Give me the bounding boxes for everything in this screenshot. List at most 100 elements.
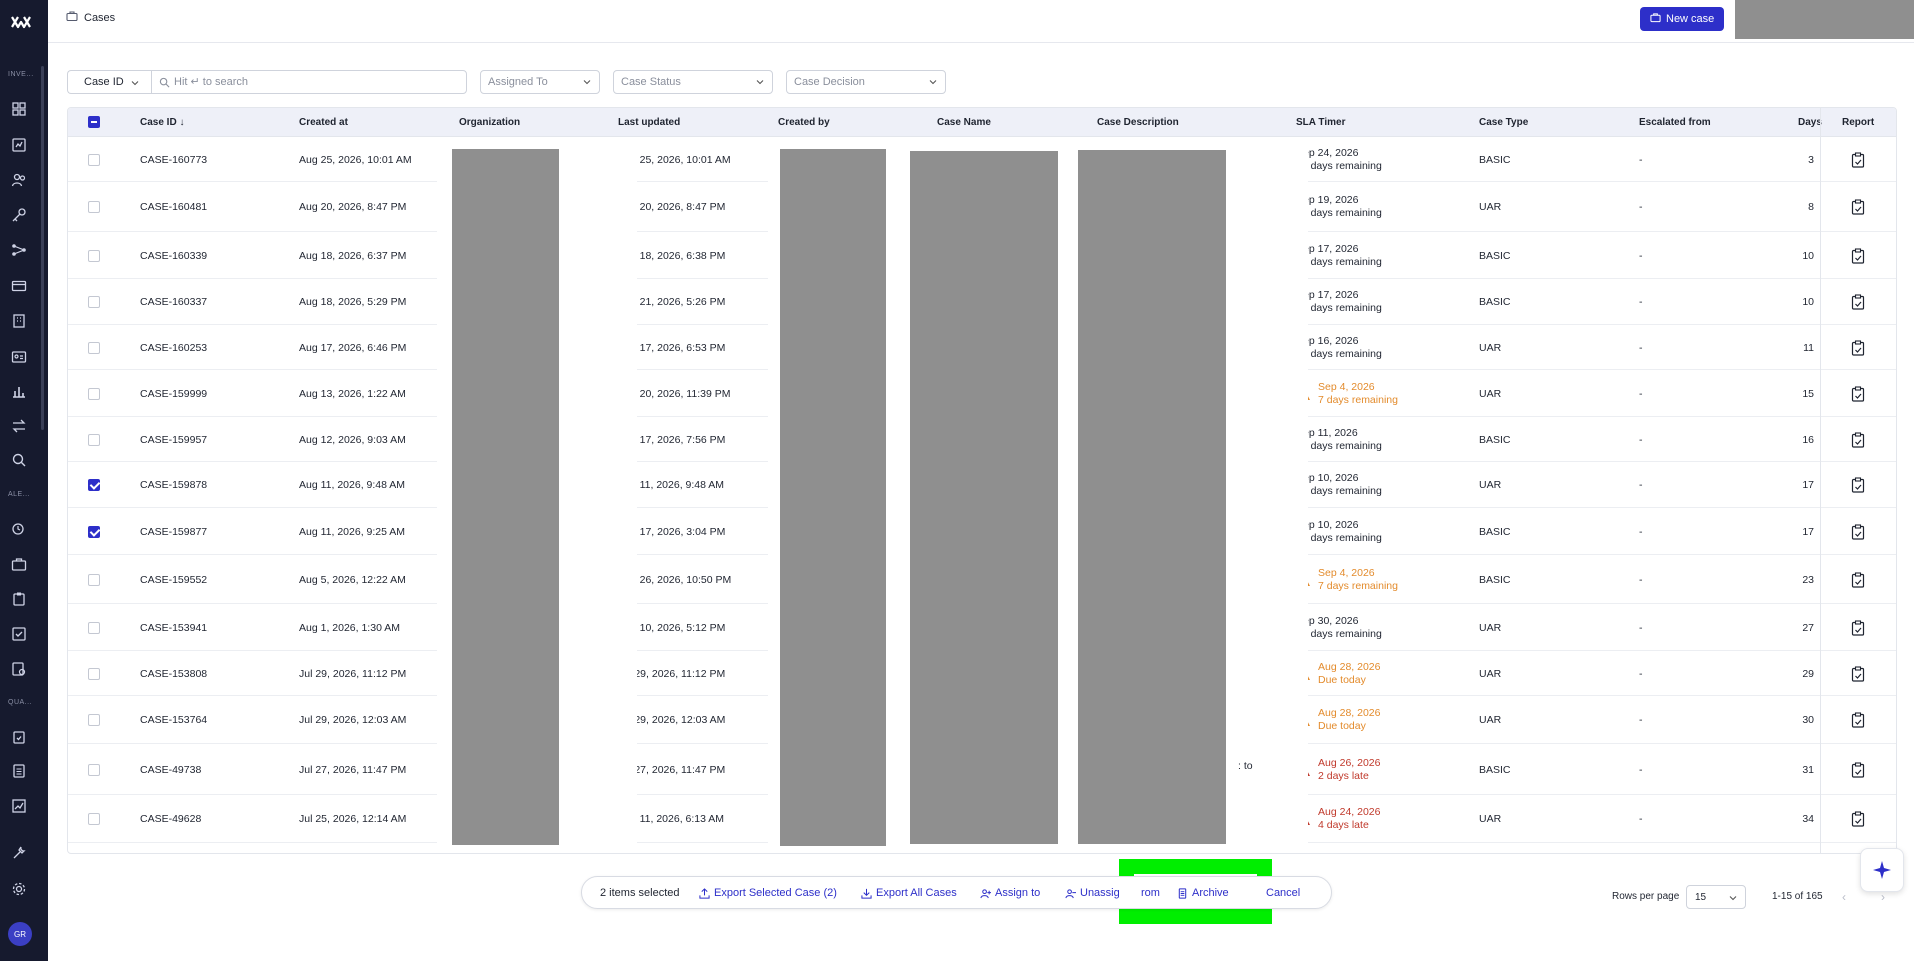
case-id-cell[interactable]: CASE-153941	[140, 622, 207, 635]
users-icon[interactable]	[11, 172, 27, 188]
card-icon[interactable]	[11, 278, 27, 294]
col-report[interactable]: Report	[1842, 117, 1874, 128]
row-checkbox[interactable]	[88, 388, 100, 400]
report-clipboard-icon[interactable]	[1851, 712, 1865, 728]
col-sla-timer[interactable]: SLA Timer	[1296, 117, 1345, 128]
search-input[interactable]	[174, 74, 454, 90]
row-checkbox[interactable]	[88, 154, 100, 166]
checklist-icon[interactable]	[11, 626, 27, 642]
case-search-icon[interactable]	[11, 661, 27, 677]
unassign-button[interactable]: Unassig	[1065, 887, 1120, 899]
transfer-icon[interactable]	[11, 418, 27, 434]
row-checkbox[interactable]	[88, 714, 100, 726]
reports-icon[interactable]	[11, 137, 27, 153]
case-id-cell[interactable]: CASE-160253	[140, 342, 207, 355]
row-checkbox[interactable]	[88, 622, 100, 634]
report-clipboard-icon[interactable]	[1851, 524, 1865, 540]
dashboard-icon[interactable]	[11, 101, 27, 117]
col-last-updated[interactable]: Last updated	[618, 117, 680, 128]
prev-page-button[interactable]: ‹	[1842, 890, 1846, 904]
row-checkbox[interactable]	[88, 342, 100, 354]
row-checkbox[interactable]	[88, 250, 100, 262]
case-id-cell[interactable]: CASE-160481	[140, 201, 207, 214]
report-clipboard-icon[interactable]	[1851, 199, 1865, 215]
alert-settings-icon[interactable]	[11, 521, 27, 537]
col-case-id[interactable]: Case ID ↓	[140, 117, 184, 128]
col-created-at[interactable]: Created at	[299, 117, 348, 128]
avatar[interactable]: GR	[8, 922, 32, 946]
report-clipboard-icon[interactable]	[1851, 477, 1865, 493]
report-clipboard-icon[interactable]	[1851, 386, 1865, 402]
next-page-button[interactable]: ›	[1881, 890, 1885, 904]
archive-button[interactable]: Archive	[1177, 887, 1229, 899]
report-clipboard-icon[interactable]	[1851, 340, 1865, 356]
row-checkbox[interactable]	[88, 764, 100, 776]
export-all-button[interactable]: Export All Cases	[861, 887, 957, 899]
building-icon[interactable]	[11, 313, 27, 329]
unassign-label-tail[interactable]: rom	[1139, 885, 1162, 901]
briefcase-icon[interactable]	[11, 556, 27, 572]
id-card-icon[interactable]	[11, 349, 27, 365]
row-checkbox[interactable]	[88, 574, 100, 586]
col-escalated-from[interactable]: Escalated from	[1639, 117, 1711, 128]
new-case-button[interactable]: New case	[1640, 7, 1725, 31]
key-icon[interactable]	[11, 207, 27, 223]
case-status-filter[interactable]: Case Status	[613, 70, 773, 94]
col-created-by[interactable]: Created by	[778, 117, 830, 128]
rail-scrollbar[interactable]	[41, 66, 44, 430]
search-box[interactable]	[151, 70, 467, 94]
tools-icon[interactable]	[11, 845, 27, 861]
app-logo-icon[interactable]	[9, 10, 33, 34]
chart-building-icon[interactable]	[11, 383, 27, 399]
cancel-button[interactable]: Cancel	[1266, 887, 1300, 899]
report-clipboard-icon[interactable]	[1851, 294, 1865, 310]
report-clipboard-icon[interactable]	[1851, 432, 1865, 448]
search-field-select[interactable]: Case ID	[67, 70, 151, 94]
row-checkbox[interactable]	[88, 526, 100, 538]
report-clipboard-icon[interactable]	[1851, 762, 1865, 778]
assign-to-button[interactable]: Assign to	[980, 887, 1040, 899]
case-id-cell[interactable]: CASE-160337	[140, 296, 207, 309]
case-id-cell[interactable]: CASE-49628	[140, 813, 201, 826]
document-list-icon[interactable]	[11, 763, 27, 779]
case-id-cell[interactable]: CASE-159878	[140, 479, 207, 492]
report-clipboard-icon[interactable]	[1851, 620, 1865, 636]
analytics-icon[interactable]	[11, 798, 27, 814]
row-checkbox[interactable]	[88, 479, 100, 491]
row-checkbox[interactable]	[88, 201, 100, 213]
case-id-cell[interactable]: CASE-49738	[140, 764, 201, 777]
rows-per-page-select[interactable]: 15	[1686, 885, 1746, 909]
assistant-fab[interactable]	[1860, 848, 1904, 892]
case-id-cell[interactable]: CASE-153764	[140, 714, 207, 727]
case-id-cell[interactable]: CASE-153808	[140, 668, 207, 681]
clipboard-check-icon[interactable]	[11, 729, 27, 745]
settings-icon[interactable]	[11, 881, 27, 897]
report-clipboard-icon[interactable]	[1851, 248, 1865, 264]
col-days[interactable]: Days	[1798, 117, 1822, 128]
clipboard-icon[interactable]	[11, 591, 27, 607]
network-icon[interactable]	[11, 242, 27, 258]
col-organization[interactable]: Organization	[459, 117, 520, 128]
row-checkbox[interactable]	[88, 668, 100, 680]
report-clipboard-icon[interactable]	[1851, 811, 1865, 827]
assigned-to-filter[interactable]: Assigned To	[480, 70, 600, 94]
export-selected-button[interactable]: Export Selected Case (2)	[699, 887, 837, 899]
case-id-cell[interactable]: CASE-160773	[140, 154, 207, 167]
row-checkbox[interactable]	[88, 813, 100, 825]
col-case-description[interactable]: Case Description	[1097, 117, 1179, 128]
report-clipboard-icon[interactable]	[1851, 572, 1865, 588]
case-id-cell[interactable]: CASE-159552	[140, 574, 207, 587]
case-id-cell[interactable]: CASE-160339	[140, 250, 207, 263]
report-clipboard-icon[interactable]	[1851, 666, 1865, 682]
col-case-name[interactable]: Case Name	[937, 117, 991, 128]
case-id-cell[interactable]: CASE-159877	[140, 526, 207, 539]
case-id-cell[interactable]: CASE-159999	[140, 388, 207, 401]
search-icon[interactable]	[11, 452, 27, 468]
case-decision-filter[interactable]: Case Decision	[786, 70, 946, 94]
row-checkbox[interactable]	[88, 296, 100, 308]
select-all-checkbox[interactable]	[88, 116, 100, 128]
case-id-cell[interactable]: CASE-159957	[140, 434, 207, 447]
row-checkbox[interactable]	[88, 434, 100, 446]
col-case-type[interactable]: Case Type	[1479, 117, 1528, 128]
report-clipboard-icon[interactable]	[1851, 152, 1865, 168]
